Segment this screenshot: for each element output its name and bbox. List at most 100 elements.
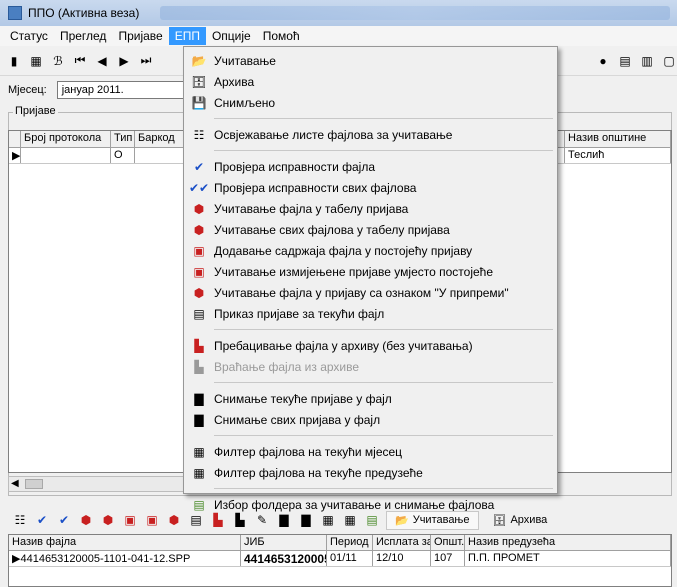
replace-icon[interactable]: ▣	[144, 512, 160, 528]
first-record-icon[interactable]: ⏮	[72, 53, 88, 69]
tab-load[interactable]: 📂 Учитавање	[386, 510, 479, 530]
menu-item-label: Враћање фајла из архиве	[214, 359, 360, 374]
save-icon[interactable]: ▇	[276, 512, 292, 528]
menu-item-filter-company[interactable]: ▦ Филтер фајлова на текуће предузеће	[184, 462, 557, 483]
menu-item-label: Учитавање фајла у пријаву са ознаком "У …	[214, 285, 509, 300]
horizontal-scrollbar[interactable]: ◀	[8, 476, 188, 492]
grid-icon[interactable]: ▦	[28, 53, 44, 69]
filter-month-icon[interactable]: ▦	[320, 512, 336, 528]
menu-status[interactable]: Статус	[4, 27, 54, 45]
col-period[interactable]: Период	[327, 535, 373, 550]
tab-archive[interactable]: 🗄 Архива	[485, 512, 556, 529]
folder-select-icon[interactable]: ▤	[364, 512, 380, 528]
menu-item-view[interactable]: ▤ Приказ пријаве за текући фајл	[184, 303, 557, 324]
menu-item-add-content[interactable]: ▣ Додавање садржаја фајла у постојећу при…	[184, 240, 557, 261]
cell-municipality-code: 107	[431, 551, 465, 566]
title-bar: ППО (Активна веза)	[0, 0, 677, 26]
report-icon[interactable]: ▤	[617, 53, 633, 69]
menu-item-replace[interactable]: ▣ Учитавање измијењене пријаве умјесто по…	[184, 261, 557, 282]
files-grid[interactable]: Назив фајла ЈИБ Период Исплата за Општ. …	[8, 534, 672, 587]
cell-period: 01/11	[327, 551, 373, 566]
menu-item-check[interactable]: ✔ Провјера исправности фајла	[184, 156, 557, 177]
col-payment[interactable]: Исплата за	[373, 535, 431, 550]
cell-type: О	[111, 148, 135, 163]
col-protocol[interactable]: Број протокола	[21, 131, 111, 147]
row-pointer-icon: ▶	[9, 148, 21, 163]
add-content-icon[interactable]: ▣	[122, 512, 138, 528]
load-file-icon[interactable]: ⬢	[78, 512, 94, 528]
menu-item-label: Пребацивање фајла у архиву (без учитавањ…	[214, 338, 473, 353]
menu-separator	[214, 150, 553, 151]
menu-item-label: Снимање текуће пријаве у фајл	[214, 391, 392, 406]
menu-item-label: Снимање свих пријава у фајл	[214, 412, 381, 427]
save-all-icon: ▇	[194, 412, 204, 427]
col-municipality[interactable]: Назив општине	[565, 131, 671, 147]
month-field[interactable]: јануар 2011.	[56, 81, 187, 99]
prev-record-icon[interactable]: ◀	[94, 53, 110, 69]
cell-file-name-text: 4414653120005-1101-041-12.SPP	[20, 553, 191, 565]
cell-file-name: ▶4414653120005-1101-041-12.SPP	[9, 551, 241, 566]
col-file-name[interactable]: Назив фајла	[9, 535, 241, 550]
next-record-icon[interactable]: ▶	[116, 53, 132, 69]
menu-item-save-all[interactable]: ▇ Снимање свих пријава у фајл	[184, 409, 557, 430]
scroll-thumb[interactable]	[25, 479, 43, 489]
table-row[interactable]: ▶4414653120005-1101-041-12.SPP 441465312…	[9, 551, 671, 567]
prepare-icon: ⬢	[193, 285, 205, 300]
filter-company-icon[interactable]: ▦	[342, 512, 358, 528]
window-title: ППО (Активна веза)	[28, 6, 140, 20]
list-refresh-icon[interactable]: ☷	[12, 512, 28, 528]
menu-item-load-all[interactable]: ⬢ Учитавање свих фајлова у табелу пријава	[184, 219, 557, 240]
menu-preview[interactable]: Преглед	[54, 27, 113, 45]
col-type[interactable]: Тип	[111, 131, 135, 147]
move-archive-icon[interactable]: ▙	[210, 512, 226, 528]
menu-item-archive[interactable]: 🗄 Архива	[184, 71, 557, 92]
view-icon[interactable]: ▤	[188, 512, 204, 528]
menu-item-move-archive[interactable]: ▙ Пребацивање фајла у архиву (без учитава…	[184, 335, 557, 356]
scroll-left-icon[interactable]: ◀	[11, 478, 19, 489]
cell-municipality: Теслић	[565, 148, 671, 163]
menu-epp[interactable]: ЕПП	[168, 27, 206, 45]
col-jib[interactable]: ЈИБ	[241, 535, 327, 550]
col-municipality-code[interactable]: Општ.	[431, 535, 465, 550]
script-icon[interactable]: ℬ	[50, 53, 66, 69]
menu-reports[interactable]: Пријаве	[112, 27, 168, 45]
check-icon[interactable]: ✔	[34, 512, 50, 528]
move-archive-icon: ▙	[194, 338, 204, 353]
pencil-icon[interactable]: ✎	[254, 512, 270, 528]
title-bar-blur	[160, 6, 670, 20]
files-grid-header: Назив фајла ЈИБ Период Исплата за Општ. …	[9, 535, 671, 551]
tab-archive-label: Архива	[510, 514, 548, 526]
col-company[interactable]: Назив предузећа	[465, 535, 671, 550]
restore-icon[interactable]: ▙	[232, 512, 248, 528]
menu-item-label: Провјера исправности свих фајлова	[214, 180, 417, 195]
menu-item-filter-month[interactable]: ▦ Филтер фајлова на текући мјесец	[184, 441, 557, 462]
files-toolbar: ☷ ✔ ✔ ⬢ ⬢ ▣ ▣ ⬢ ▤ ▙ ▙ ✎ ▇ ▇ ▦ ▦ ▤ 📂 Учита…	[0, 508, 677, 532]
load-all-icon[interactable]: ⬢	[100, 512, 116, 528]
add-content-icon: ▣	[193, 243, 205, 258]
report2-icon[interactable]: ▥	[639, 53, 655, 69]
last-record-icon[interactable]: ⏭	[138, 53, 154, 69]
record-icon[interactable]: ●	[595, 53, 611, 69]
menu-help[interactable]: Помоћ	[257, 27, 306, 45]
menu-item-refresh[interactable]: ☷ Освјежавање листе фајлова за учитавање	[184, 124, 557, 145]
prepare-icon[interactable]: ⬢	[166, 512, 182, 528]
menu-item-load[interactable]: 📂 Учитавање	[184, 50, 557, 71]
menu-item-saved[interactable]: 💾 Снимљено	[184, 92, 557, 113]
menu-item-label: Учитавање измијењене пријаве умјесто пос…	[214, 264, 494, 279]
double-check-icon[interactable]: ✔	[56, 512, 72, 528]
menu-item-label: Архива	[214, 74, 255, 89]
menu-item-load-file[interactable]: ⬢ Учитавање фајла у табелу пријава	[184, 198, 557, 219]
connect-icon[interactable]: ▮	[6, 53, 22, 69]
menu-options[interactable]: Опције	[206, 27, 257, 45]
menu-item-label: Учитавање свих фајлова у табелу пријава	[214, 222, 450, 237]
filter-company-icon: ▦	[193, 465, 205, 480]
save-all-icon[interactable]: ▇	[298, 512, 314, 528]
document-icon[interactable]: ▢	[661, 53, 677, 69]
menu-item-label: Учитавање фајла у табелу пријава	[214, 201, 409, 216]
menu-item-check-all[interactable]: ✔✔ Провјера исправности свих фајлова	[184, 177, 557, 198]
view-icon: ▤	[193, 306, 205, 321]
menu-item-save[interactable]: ▇ Снимање текуће пријаве у фајл	[184, 388, 557, 409]
menu-item-prepare[interactable]: ⬢ Учитавање фајла у пријаву са ознаком "У…	[184, 282, 557, 303]
menu-item-label: Учитавање	[214, 53, 276, 68]
menu-separator	[214, 382, 553, 383]
